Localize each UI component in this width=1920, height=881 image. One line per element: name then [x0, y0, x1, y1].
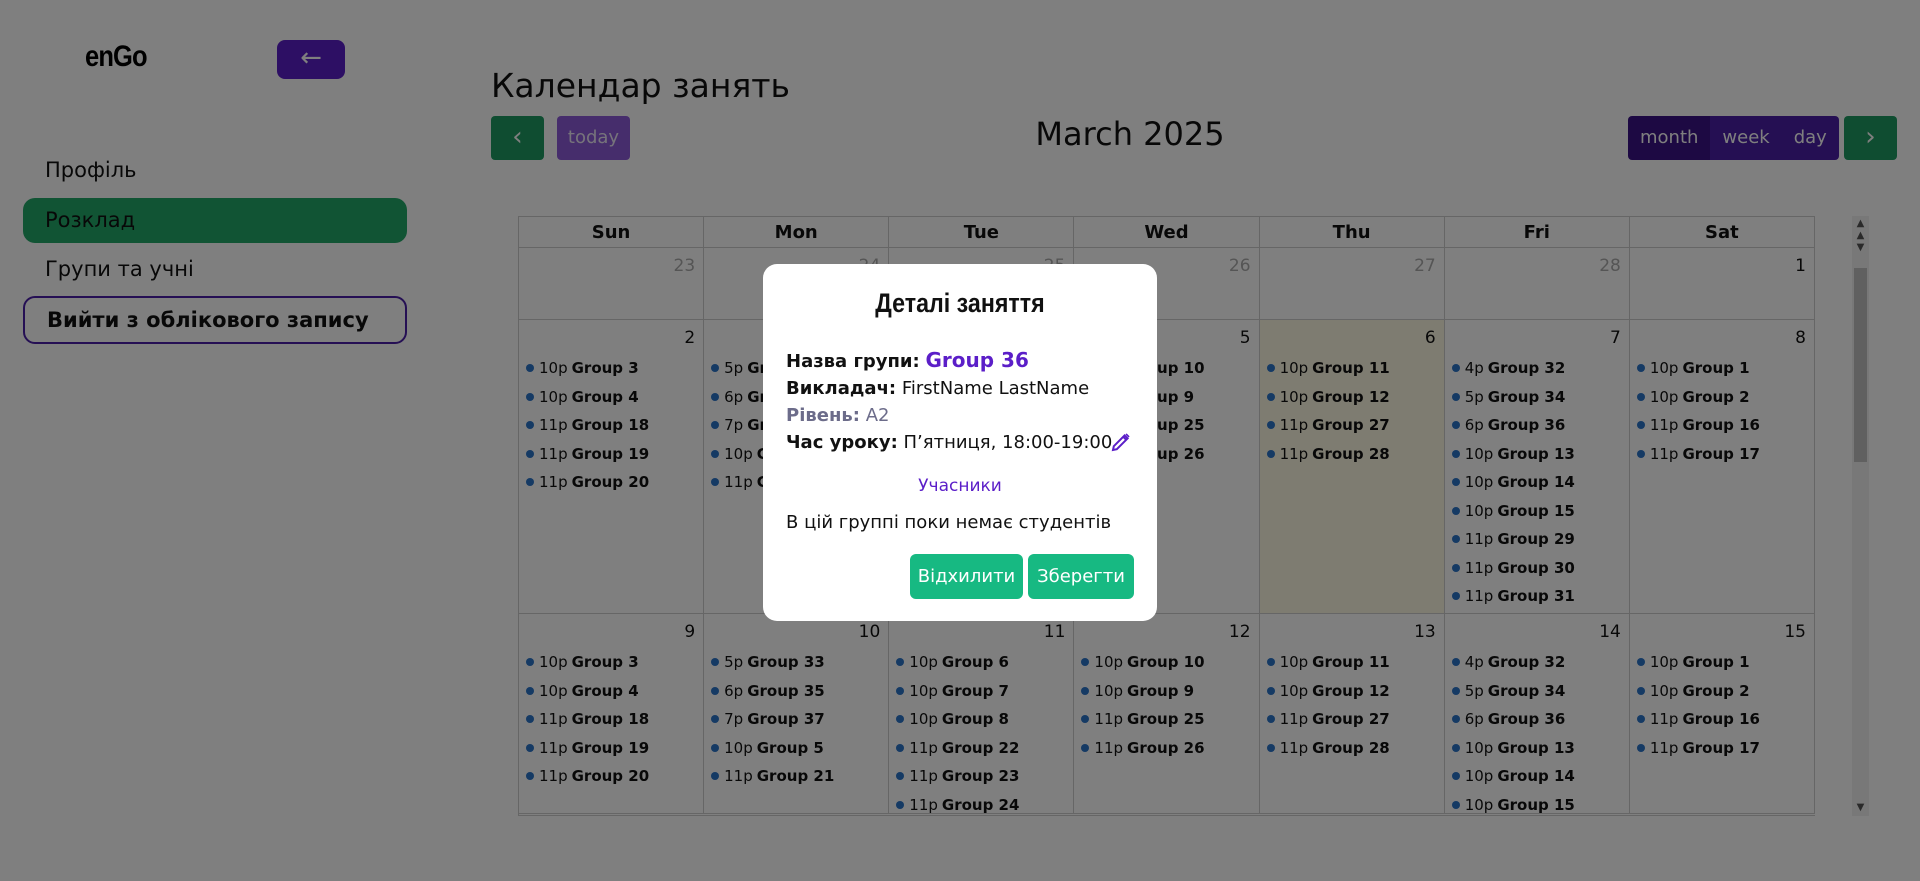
- reject-button[interactable]: Відхилити: [910, 554, 1023, 599]
- lesson-details-modal: Деталі заняття Назва групи: Group 36 Вик…: [763, 264, 1157, 621]
- teacher-name: FirstName LastName: [901, 378, 1090, 399]
- group-row: Назва групи: Group 36: [786, 348, 1029, 372]
- time-label: Час уроку:: [786, 432, 898, 453]
- teacher-label: Викладач:: [786, 378, 897, 399]
- level-value: A2: [865, 405, 890, 426]
- empty-students-text: В цій группі поки немає студентів: [786, 512, 1112, 533]
- level-row: Рівень: A2: [786, 405, 889, 426]
- save-button[interactable]: Зберегти: [1028, 554, 1134, 599]
- time-value: П’ятниця, 18:00-19:00: [903, 432, 1113, 453]
- teacher-row: Викладач: FirstName LastName: [786, 378, 1089, 399]
- group-name: Group 36: [925, 348, 1029, 372]
- level-label: Рівень:: [786, 405, 860, 426]
- time-row: Час уроку: П’ятниця, 18:00-19:00: [786, 432, 1112, 453]
- pencil-icon[interactable]: [1109, 430, 1133, 454]
- participants-link[interactable]: Учасники: [763, 476, 1157, 496]
- group-label: Назва групи:: [786, 351, 920, 372]
- modal-title: Деталі заняття: [875, 288, 1045, 318]
